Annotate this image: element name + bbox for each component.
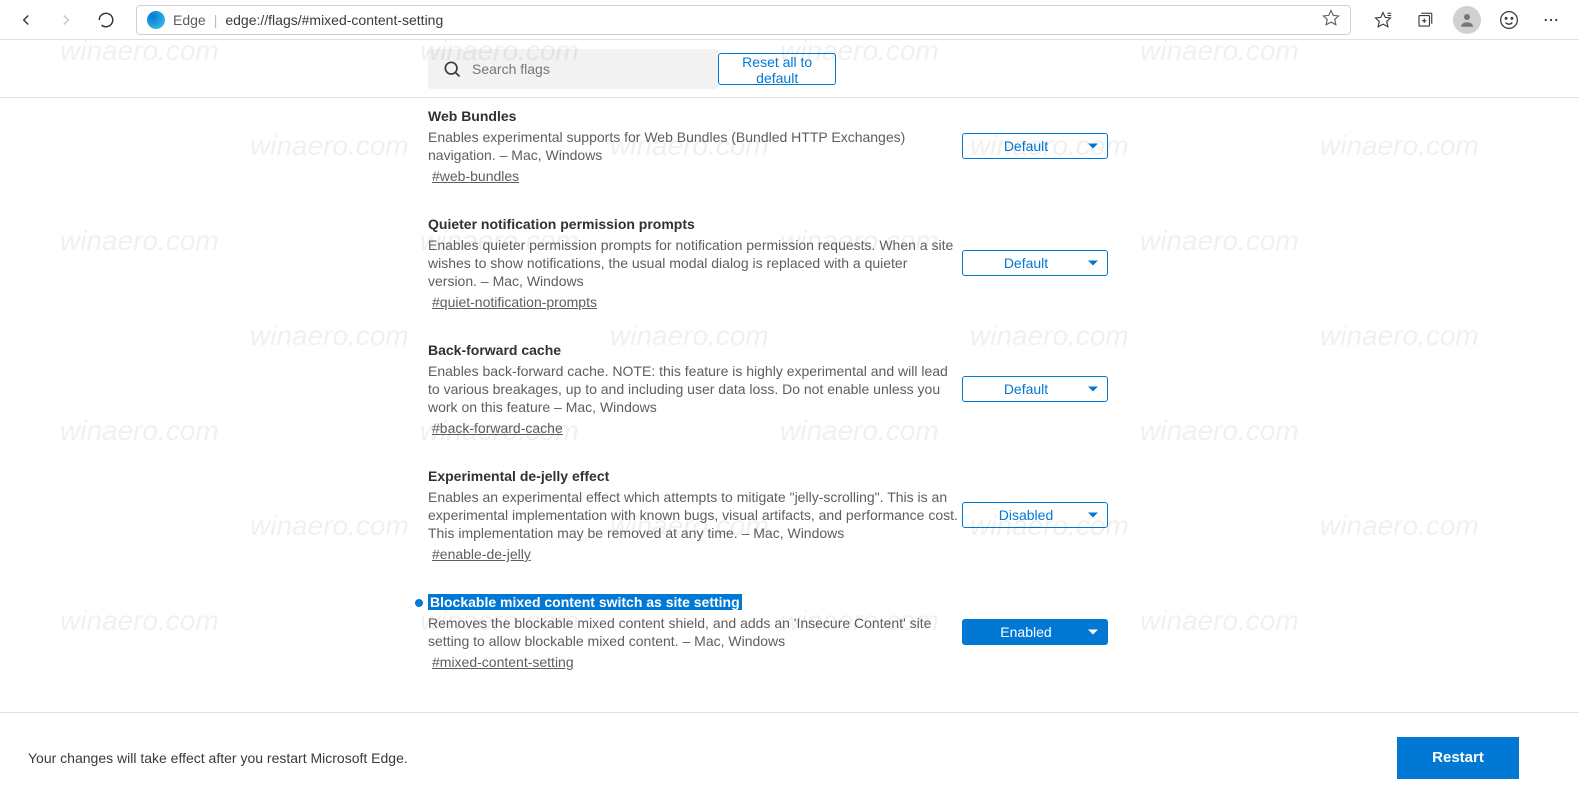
reset-all-button[interactable]: Reset all to default: [718, 53, 836, 85]
flag-row: Quieter notification permission prompts …: [428, 216, 1151, 310]
flag-state-select[interactable]: Disabled: [962, 502, 1108, 528]
flag-row: Back-forward cache Enables back-forward …: [428, 342, 1151, 436]
restart-message: Your changes will take effect after you …: [28, 750, 408, 766]
favorites-button[interactable]: [1363, 4, 1403, 36]
flag-state-select[interactable]: Default: [962, 250, 1108, 276]
star-list-icon: [1374, 11, 1392, 29]
restart-button[interactable]: Restart: [1397, 737, 1519, 779]
flag-description: Enables experimental supports for Web Bu…: [428, 128, 958, 164]
flag-title: Web Bundles: [428, 108, 516, 124]
flag-row: Web Bundles Enables experimental support…: [428, 108, 1151, 184]
avatar-icon: [1453, 6, 1481, 34]
star-add-favorite-icon[interactable]: [1322, 9, 1340, 30]
restart-footer: Your changes will take effect after you …: [0, 712, 1579, 802]
flag-state-select[interactable]: Default: [962, 133, 1108, 159]
flag-anchor-link[interactable]: #back-forward-cache: [428, 420, 563, 436]
url-text: edge://flags/#mixed-content-setting: [225, 12, 443, 28]
flag-description: Enables back-forward cache. NOTE: this f…: [428, 362, 958, 416]
feedback-button[interactable]: [1489, 4, 1529, 36]
forward-button[interactable]: [48, 4, 84, 36]
flag-description: Removes the blockable mixed content shie…: [428, 614, 958, 650]
flag-title: Quieter notification permission prompts: [428, 216, 695, 232]
flag-title: Back-forward cache: [428, 342, 561, 358]
browser-toolbar: Edge | edge://flags/#mixed-content-setti…: [0, 0, 1579, 40]
flag-anchor-link[interactable]: #web-bundles: [428, 168, 519, 184]
refresh-icon: [97, 11, 115, 29]
toolbar-right-icons: [1363, 4, 1571, 36]
flag-state-select[interactable]: Default: [962, 376, 1108, 402]
flag-row: Experimental de-jelly effect Enables an …: [428, 468, 1151, 562]
menu-button[interactable]: [1531, 4, 1571, 36]
browser-name: Edge: [173, 12, 206, 28]
arrow-right-icon: [57, 11, 75, 29]
separator: |: [214, 12, 218, 28]
edge-logo-icon: [147, 11, 165, 29]
flag-description: Enables an experimental effect which att…: [428, 488, 958, 542]
flags-header: Reset all to default: [0, 40, 1579, 98]
flag-anchor-link[interactable]: #mixed-content-setting: [428, 654, 574, 670]
search-icon: [442, 59, 462, 79]
back-button[interactable]: [8, 4, 44, 36]
flag-title: Experimental de-jelly effect: [428, 468, 609, 484]
profile-button[interactable]: [1447, 4, 1487, 36]
flag-title: Blockable mixed content switch as site s…: [428, 594, 742, 610]
more-icon: [1542, 11, 1560, 29]
flags-list: Web Bundles Enables experimental support…: [0, 98, 1579, 710]
collections-icon: [1416, 11, 1434, 29]
modified-marker: [415, 599, 423, 607]
refresh-button[interactable]: [88, 4, 124, 36]
smiley-icon: [1499, 10, 1519, 30]
arrow-left-icon: [17, 11, 35, 29]
flag-state-select[interactable]: Enabled: [962, 619, 1108, 645]
search-input[interactable]: [472, 61, 704, 77]
flag-description: Enables quieter permission prompts for n…: [428, 236, 958, 290]
search-flags-box[interactable]: [428, 49, 718, 89]
flag-anchor-link[interactable]: #enable-de-jelly: [428, 546, 531, 562]
flag-anchor-link[interactable]: #quiet-notification-prompts: [428, 294, 597, 310]
address-bar[interactable]: Edge | edge://flags/#mixed-content-setti…: [136, 5, 1351, 35]
flag-row: Blockable mixed content switch as site s…: [428, 594, 1151, 670]
collections-button[interactable]: [1405, 4, 1445, 36]
